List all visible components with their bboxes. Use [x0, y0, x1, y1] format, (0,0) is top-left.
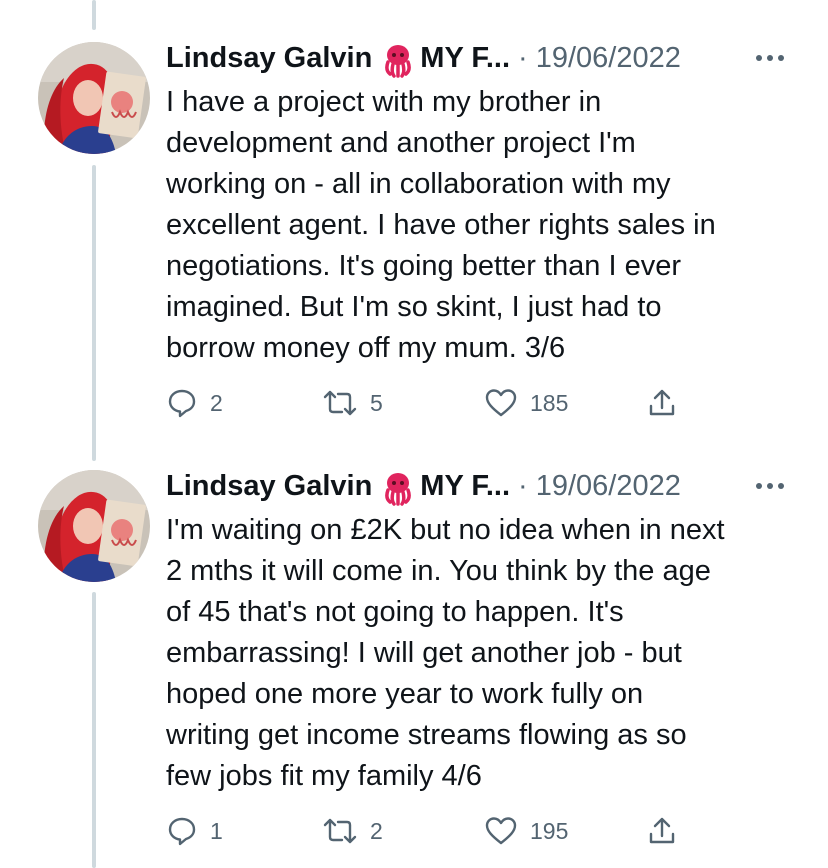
share-icon: [646, 815, 678, 847]
author-name[interactable]: Lindsay Galvin: [166, 42, 372, 75]
share-button[interactable]: [646, 383, 678, 423]
like-count: 185: [530, 389, 569, 416]
share-icon: [646, 387, 678, 419]
like-button[interactable]: 195: [484, 811, 568, 851]
tweet-date[interactable]: 19/06/2022: [536, 42, 681, 75]
author-name[interactable]: Lindsay Galvin: [166, 470, 372, 503]
like-button[interactable]: 185: [484, 383, 568, 423]
author-name-suffix[interactable]: MY F...: [420, 470, 510, 503]
reply-count: 1: [210, 817, 223, 844]
share-button[interactable]: [646, 811, 678, 851]
tweet-header: Lindsay Galvin MY F... · 19/06/2022: [166, 466, 788, 506]
tweet-text: I'm waiting on £2K but no idea when in n…: [166, 514, 725, 792]
retweet-icon: [322, 387, 358, 419]
retweet-button[interactable]: 2: [322, 811, 383, 851]
tweet-actions: 2 5 185: [166, 383, 726, 423]
reply-bubble-icon: [166, 387, 198, 419]
tweet-text: I have a project with my brother in deve…: [166, 86, 716, 364]
octopus-icon: [380, 470, 416, 506]
separator-dot: ·: [518, 41, 528, 74]
retweet-count: 2: [370, 817, 383, 844]
thread-line-bottom: [92, 592, 96, 868]
reply-button[interactable]: 1: [166, 811, 223, 851]
heart-icon: [484, 387, 518, 419]
reply-button[interactable]: 2: [166, 383, 223, 423]
tweet-header: Lindsay Galvin MY F... · 19/06/2022: [166, 38, 788, 78]
like-count: 195: [530, 817, 569, 844]
retweet-button[interactable]: 5: [322, 383, 383, 423]
reply-count: 2: [210, 389, 223, 416]
tweet-date[interactable]: 19/06/2022: [536, 470, 681, 503]
octopus-icon: [380, 42, 416, 78]
heart-icon: [484, 815, 518, 847]
avatar[interactable]: [38, 42, 150, 154]
thread-line-middle: [92, 165, 96, 461]
thread-line-top: [92, 0, 96, 30]
avatar[interactable]: [38, 470, 150, 582]
more-dots-icon[interactable]: [752, 468, 788, 504]
reply-bubble-icon: [166, 815, 198, 847]
author-name-suffix[interactable]: MY F...: [420, 42, 510, 75]
tweet-actions: 1 2 195: [166, 811, 726, 851]
separator-dot: ·: [518, 469, 528, 502]
retweet-icon: [322, 815, 358, 847]
more-dots-icon[interactable]: [752, 40, 788, 76]
retweet-count: 5: [370, 389, 383, 416]
